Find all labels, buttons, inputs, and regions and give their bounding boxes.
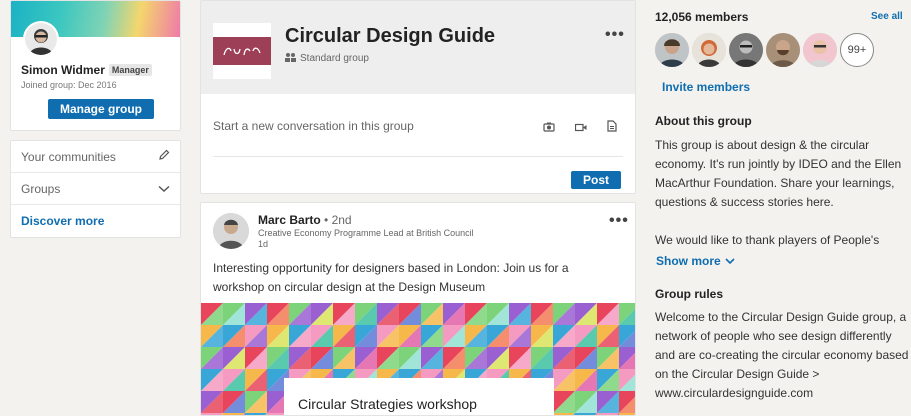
- chevron-down-icon: [725, 254, 735, 268]
- avatar[interactable]: [23, 21, 59, 57]
- post-more-icon[interactable]: •••: [609, 213, 629, 229]
- compose-divider: [213, 156, 623, 157]
- video-icon[interactable]: [574, 119, 587, 137]
- poster-name-text: Marc Barto: [258, 213, 321, 227]
- your-communities-label: Your communities: [21, 149, 116, 164]
- profile-name[interactable]: Simon Widmer Manager: [21, 63, 152, 77]
- show-more-label: Show more: [656, 254, 721, 268]
- profile-name-text: Simon Widmer: [21, 63, 105, 77]
- group-logo-mark: [213, 37, 271, 65]
- post-card: Marc Barto • 2nd Creative Economy Progra…: [200, 202, 636, 416]
- about-text-continued: We would like to thank players of People…: [655, 233, 880, 247]
- member-avatars: 99+: [655, 33, 874, 67]
- group-rules-title: Group rules: [655, 287, 724, 301]
- manager-badge: Manager: [108, 64, 152, 76]
- group-logo[interactable]: [213, 23, 271, 79]
- about-text: This group is about design & the circula…: [655, 138, 902, 209]
- your-communities-row[interactable]: Your communities: [11, 141, 180, 173]
- discover-more-link[interactable]: Discover more: [21, 214, 104, 228]
- member-avatar[interactable]: [803, 33, 837, 67]
- group-header: Circular Design Guide Standard group •••: [201, 1, 635, 94]
- compose-input[interactable]: Start a new conversation in this group: [213, 119, 414, 133]
- profile-card: Simon Widmer Manager Joined group: Dec 20…: [10, 0, 181, 131]
- post-time: 1d: [258, 239, 269, 249]
- show-more-link[interactable]: Show more: [656, 254, 735, 268]
- groups-row[interactable]: Groups: [11, 173, 180, 205]
- member-avatar[interactable]: [655, 33, 689, 67]
- group-more-icon[interactable]: •••: [605, 27, 625, 43]
- manage-group-button[interactable]: Manage group: [48, 99, 154, 119]
- post-image[interactable]: Circular Strategies workshop: [201, 303, 635, 415]
- workshop-caption-box: Circular Strategies workshop: [284, 378, 554, 415]
- document-icon[interactable]: [607, 119, 617, 137]
- group-people-icon: [285, 52, 296, 65]
- group-type: Standard group: [285, 52, 369, 65]
- poster-headline: Creative Economy Programme Lead at Briti…: [258, 228, 474, 238]
- members-count: 12,056 members: [655, 10, 749, 24]
- workshop-title: Circular Strategies workshop: [298, 396, 477, 412]
- member-avatar[interactable]: [729, 33, 763, 67]
- group-title: Circular Design Guide: [285, 25, 496, 47]
- poster-name[interactable]: Marc Barto • 2nd: [258, 213, 352, 227]
- poster-avatar[interactable]: [213, 213, 249, 249]
- invite-members-link[interactable]: Invite members: [662, 80, 750, 94]
- post-text: Interesting opportunity for designers ba…: [213, 261, 569, 294]
- more-members-badge[interactable]: 99+: [840, 33, 874, 67]
- edit-pencil-icon[interactable]: [158, 149, 170, 164]
- connection-degree: • 2nd: [324, 213, 352, 227]
- about-title: About this group: [655, 114, 752, 128]
- joined-date: Joined group: Dec 2016: [21, 80, 117, 90]
- group-rules-text: Welcome to the Circular Design Guide gro…: [655, 310, 909, 400]
- member-avatar[interactable]: [692, 33, 726, 67]
- see-all-link[interactable]: See all: [871, 11, 903, 22]
- member-avatar[interactable]: [766, 33, 800, 67]
- camera-icon[interactable]: [543, 119, 555, 137]
- groups-label: Groups: [21, 181, 61, 196]
- group-type-label: Standard group: [300, 53, 369, 64]
- chevron-down-icon[interactable]: [158, 182, 170, 196]
- group-card: Circular Design Guide Standard group •••…: [200, 0, 636, 194]
- compose-actions: [543, 119, 617, 137]
- communities-card: Your communities Groups Discover more: [10, 140, 181, 238]
- post-button[interactable]: Post: [571, 171, 621, 189]
